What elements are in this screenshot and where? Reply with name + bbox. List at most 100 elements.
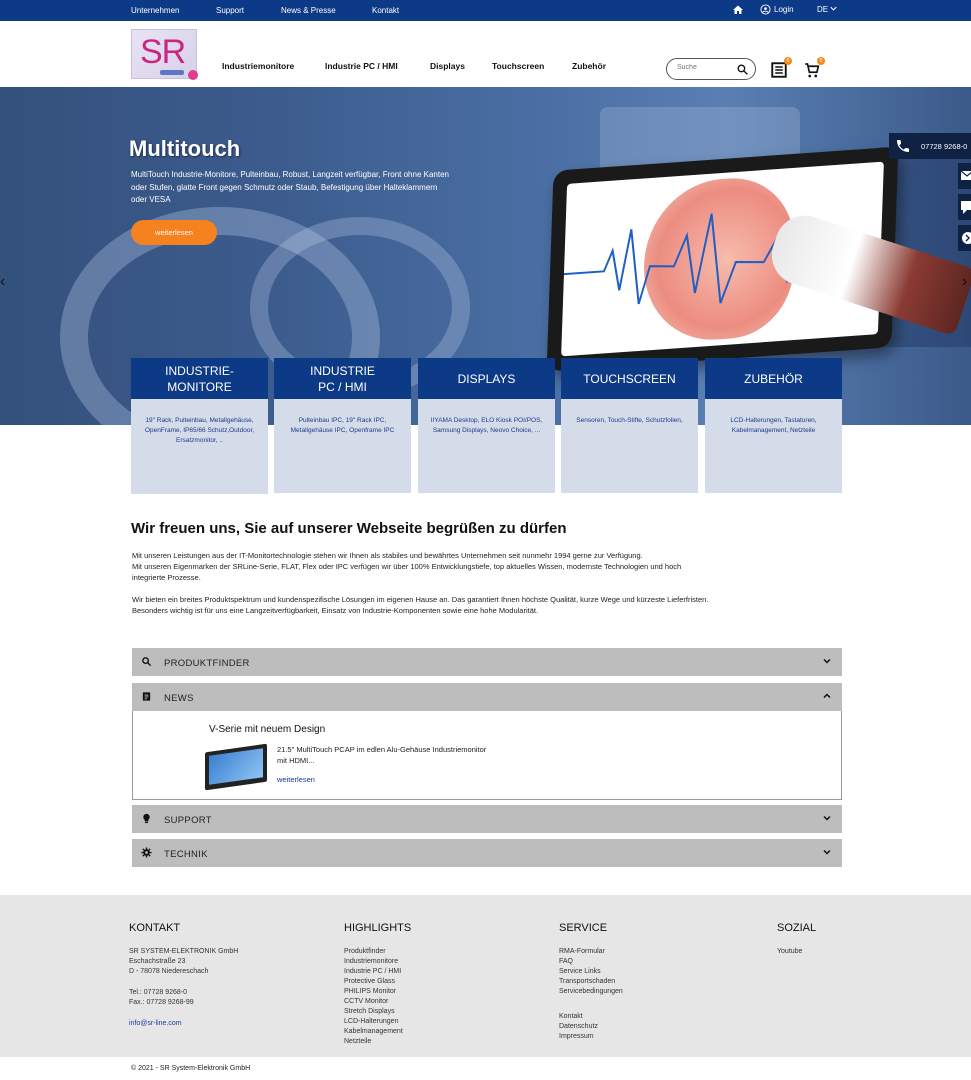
slider-prev-icon[interactable]: ‹ bbox=[0, 273, 5, 291]
footer-link[interactable]: Kontakt bbox=[559, 1012, 623, 1022]
category-card-industrie-pc[interactable]: INDUSTRIE PC / HMI Pulteinbau IPC, 19" R… bbox=[274, 358, 411, 493]
logo-subbar bbox=[160, 70, 184, 75]
cart-badge: 0 bbox=[817, 57, 825, 65]
news-title[interactable]: V-Serie mit neuem Design bbox=[209, 724, 325, 735]
list-badge: 0 bbox=[784, 57, 792, 65]
user-circle-icon bbox=[760, 4, 771, 15]
footer-link[interactable]: CCTV Monitor bbox=[344, 997, 411, 1007]
welcome-heading: Wir freuen uns, Sie auf unserer Webseite… bbox=[131, 520, 567, 537]
footer-link[interactable]: Impressum bbox=[559, 1032, 623, 1042]
callback-widget[interactable] bbox=[958, 225, 971, 251]
logo-dot bbox=[188, 70, 198, 80]
nav-industrie-pc[interactable]: Industrie PC / HMI bbox=[325, 61, 398, 71]
category-items: LCD-Halterungen, Tastaturen, Kabelmanage… bbox=[730, 417, 817, 434]
category-title: INDUSTRIE PC / HMI bbox=[274, 358, 411, 399]
footer-link[interactable]: Protective Glass bbox=[344, 977, 411, 987]
category-items: Pulteinbau IPC, 19" Rack IPC, Metallgehä… bbox=[290, 417, 395, 434]
footer-street: Eschachstraße 23 bbox=[129, 958, 186, 965]
footer-link[interactable]: PHILIPS Monitor bbox=[344, 987, 411, 997]
welcome-paragraph: Wir bieten ein breites Produktspektrum u… bbox=[132, 595, 709, 604]
footer-heading: SOZIAL bbox=[777, 922, 817, 934]
accordion-technik[interactable]: TECHNIK bbox=[132, 839, 842, 867]
footer-col-highlights: HIGHLIGHTS Produktfinder Industriemonito… bbox=[344, 922, 411, 1047]
topbar-link-news[interactable]: News & Presse bbox=[281, 6, 336, 15]
list-button[interactable]: 0 bbox=[770, 57, 792, 79]
category-card-zubehoer[interactable]: ZUBEHÖR LCD-Halterungen, Tastaturen, Kab… bbox=[705, 358, 842, 493]
category-card-displays[interactable]: DISPLAYS IIYAMA Desktop, ELO Kiosk POI/P… bbox=[418, 358, 555, 493]
footer-fax: Fax.: 07728 9268-99 bbox=[129, 999, 194, 1006]
footer-link[interactable]: Datenschutz bbox=[559, 1022, 623, 1032]
slider-next-icon[interactable]: › bbox=[962, 273, 967, 291]
chevron-down-icon bbox=[823, 815, 831, 821]
footer-link[interactable]: Produktfinder bbox=[344, 947, 411, 957]
search-box bbox=[666, 58, 756, 80]
cart-button[interactable]: 0 bbox=[803, 57, 825, 79]
language-label: DE bbox=[817, 5, 829, 14]
footer-tel: Tel.: 07728 9268-0 bbox=[129, 989, 187, 996]
search-input[interactable] bbox=[677, 64, 733, 71]
accordion-label: NEWS bbox=[164, 693, 194, 704]
nav-zubehoer[interactable]: Zubehör bbox=[572, 61, 606, 71]
footer-email-link[interactable]: info@sr-line.com bbox=[129, 1019, 238, 1029]
phone-icon bbox=[897, 140, 909, 152]
home-icon[interactable] bbox=[732, 4, 744, 16]
category-title: TOUCHSCREEN bbox=[561, 358, 698, 399]
phone-widget[interactable]: 07728 9268-0 bbox=[889, 133, 971, 159]
mail-icon bbox=[960, 170, 971, 180]
footer-link[interactable]: Stretch Displays bbox=[344, 1007, 411, 1017]
news-read-more-link[interactable]: weiterlesen bbox=[277, 775, 315, 784]
top-bar: Unternehmen Support News & Presse Kontak… bbox=[0, 0, 971, 21]
category-items: IIYAMA Desktop, ELO Kiosk POI/POS, Samsu… bbox=[430, 417, 543, 434]
accordion-support[interactable]: SUPPORT bbox=[132, 805, 842, 833]
news-product-image[interactable] bbox=[205, 743, 267, 791]
accordion-label: PRODUKTFINDER bbox=[164, 658, 250, 669]
footer-col-kontakt: KONTAKT SR SYSTEM-ELEKTRONIK GmbH Eschac… bbox=[129, 922, 238, 1029]
welcome-paragraph: Mit unseren Leistungen aus der IT-Monito… bbox=[132, 551, 643, 560]
footer-city: D - 78078 Niedereschach bbox=[129, 968, 209, 975]
footer-link[interactable]: FAQ bbox=[559, 957, 623, 967]
category-card-touchscreen[interactable]: TOUCHSCREEN Sensoren, Touch-Stifte, Schu… bbox=[561, 358, 698, 493]
hero-title: Multitouch bbox=[129, 136, 241, 161]
footer-link[interactable]: Servicebedingungen bbox=[559, 987, 623, 997]
language-select[interactable]: DE bbox=[817, 5, 838, 14]
footer-link-youtube[interactable]: Youtube bbox=[777, 947, 816, 957]
login-link[interactable]: Login bbox=[760, 4, 794, 15]
topbar-link-kontakt[interactable]: Kontakt bbox=[372, 6, 399, 15]
footer-link[interactable]: Industriemonitore bbox=[344, 957, 411, 967]
nav-industriemonitore[interactable]: Industriemonitore bbox=[222, 61, 294, 71]
footer-link[interactable]: Industrie PC / HMI bbox=[344, 967, 411, 977]
footer-col-sozial: SOZIAL Youtube bbox=[777, 922, 816, 957]
mail-widget[interactable] bbox=[958, 163, 971, 189]
copyright-text: © 2021 - SR System-Elektronik GmbH bbox=[131, 1065, 251, 1072]
topbar-link-unternehmen[interactable]: Unternehmen bbox=[131, 6, 179, 15]
news-text: 21.5" MultiTouch PCAP im edlen Alu-Gehäu… bbox=[277, 745, 487, 765]
footer-link[interactable]: RMA-Formular bbox=[559, 947, 623, 957]
footer-heading: KONTAKT bbox=[129, 922, 181, 934]
chat-widget[interactable] bbox=[958, 194, 971, 220]
footer-link[interactable]: Kabelmanagement bbox=[344, 1027, 411, 1037]
document-icon bbox=[142, 692, 151, 701]
sr-logo[interactable]: SR bbox=[131, 29, 198, 80]
footer-heading: SERVICE bbox=[559, 922, 608, 934]
lightbulb-icon bbox=[143, 813, 150, 824]
category-items: Sensoren, Touch-Stifte, Schutzfolien, bbox=[576, 417, 683, 424]
search-icon[interactable] bbox=[736, 63, 749, 76]
footer-link[interactable]: Transportschaden bbox=[559, 977, 623, 987]
chat-icon bbox=[961, 201, 971, 214]
category-items: 19" Rack, Pulteinbau, Metallgehäuse, Ope… bbox=[144, 417, 255, 444]
footer-link[interactable]: LCD-Halterungen bbox=[344, 1017, 411, 1027]
footer-link[interactable]: Netzteile bbox=[344, 1037, 411, 1047]
phone-callback-icon bbox=[962, 232, 971, 244]
category-card-industriemonitore[interactable]: INDUSTRIE- MONITORE 19" Rack, Pulteinbau… bbox=[131, 358, 268, 494]
hero-read-more-button[interactable]: weiterlesen bbox=[131, 220, 217, 245]
accordion-news[interactable]: NEWS bbox=[132, 683, 842, 711]
nav-touchscreen[interactable]: Touchscreen bbox=[492, 61, 544, 71]
footer-link[interactable]: Service Links bbox=[559, 967, 623, 977]
site-footer: KONTAKT SR SYSTEM-ELEKTRONIK GmbH Eschac… bbox=[0, 895, 971, 1057]
gear-icon bbox=[141, 847, 152, 858]
topbar-link-support[interactable]: Support bbox=[216, 6, 244, 15]
accordion-label: TECHNIK bbox=[164, 849, 208, 860]
nav-displays[interactable]: Displays bbox=[430, 61, 465, 71]
accordion-produktfinder[interactable]: PRODUKTFINDER bbox=[132, 648, 842, 676]
welcome-paragraph: integrierte Prozesse. bbox=[132, 573, 201, 582]
